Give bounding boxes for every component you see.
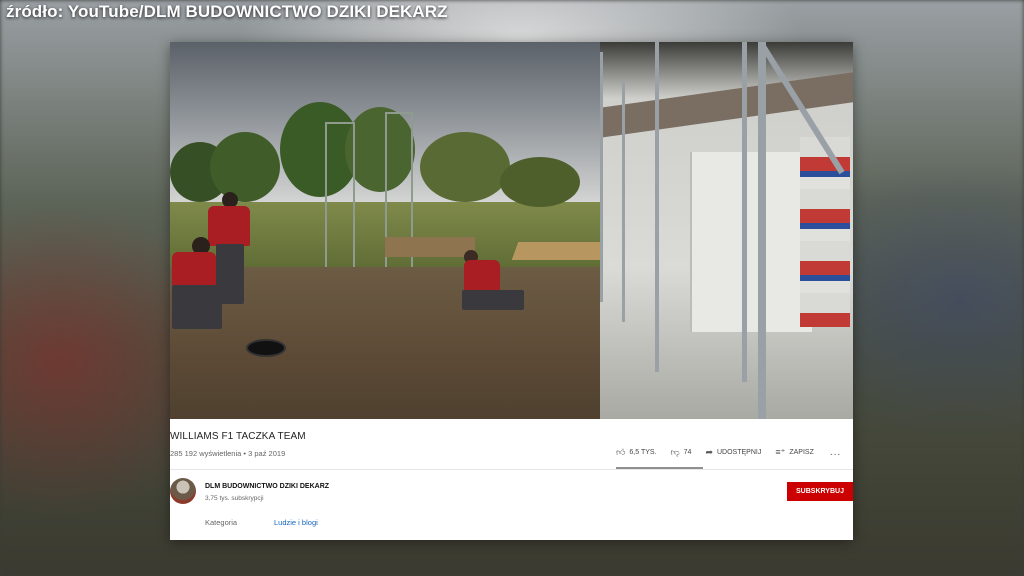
dislike-count: 74 xyxy=(683,449,692,456)
save-label: ZAPISZ xyxy=(789,449,814,456)
video-scaffold-pole xyxy=(622,82,625,322)
video-tire xyxy=(246,339,286,357)
like-button[interactable]: 👍︎ 6,5 TYS. xyxy=(616,448,657,457)
video-scaffold-pole xyxy=(742,42,747,382)
divider xyxy=(170,469,853,470)
playlist-add-icon: ≡⁺ xyxy=(775,447,786,457)
thumb-up-icon: 👍︎ xyxy=(616,447,626,457)
video-meta: 285 192 wyświetlenia • 3 paź 2019 xyxy=(170,449,285,458)
category-link[interactable]: Ludzie i blogi xyxy=(274,518,318,527)
video-lumber-pile xyxy=(511,242,609,260)
save-button[interactable]: ≡⁺ ZAPISZ xyxy=(775,448,814,457)
channel-avatar[interactable] xyxy=(170,478,196,504)
upload-date: 3 paź 2019 xyxy=(248,449,286,458)
share-label: UDOSTĘPNIJ xyxy=(717,449,762,456)
video-scaffold-tower xyxy=(325,122,355,276)
video-block-pallet xyxy=(800,137,850,327)
like-count: 6,5 TYS. xyxy=(629,449,657,456)
youtube-video-card: WILLIAMS F1 TACZKA TEAM 285 192 wyświetl… xyxy=(170,42,853,540)
view-count: 285 192 wyświetlenia xyxy=(170,449,242,458)
meta-separator: • xyxy=(243,449,247,458)
share-icon: ➦ xyxy=(705,447,713,457)
video-player[interactable] xyxy=(170,42,853,419)
video-title: WILLIAMS F1 TACZKA TEAM xyxy=(170,431,306,442)
video-actions: 👍︎ 6,5 TYS. 👎︎ 74 ➦ UDOSTĘPNIJ ≡⁺ ZAPISZ… xyxy=(616,447,841,458)
dislike-button[interactable]: 👎︎ 74 xyxy=(671,448,692,457)
video-info-panel: WILLIAMS F1 TACZKA TEAM 285 192 wyświetl… xyxy=(170,419,853,540)
video-scaffold-pole xyxy=(600,52,603,302)
video-pallets xyxy=(385,237,475,257)
subscriber-count: 3,75 tys. subskrypcji xyxy=(205,495,264,502)
channel-name[interactable]: DLM BUDOWNICTWO DZIKI DEKARZ xyxy=(205,483,329,490)
subscribe-button[interactable]: SUBSKRYBUJ xyxy=(787,482,853,501)
share-button[interactable]: ➦ UDOSTĘPNIJ xyxy=(705,448,761,457)
thumb-down-icon: 👎︎ xyxy=(670,447,680,457)
source-caption: źródło: YouTube/DLM BUDOWNICTWO DZIKI DE… xyxy=(6,2,448,21)
video-scaffold-pole xyxy=(655,42,659,372)
video-scaffold-pole xyxy=(758,42,766,419)
video-house-wall xyxy=(690,152,812,332)
more-icon[interactable]: ... xyxy=(830,447,841,458)
category-label: Kategoria xyxy=(205,518,238,527)
